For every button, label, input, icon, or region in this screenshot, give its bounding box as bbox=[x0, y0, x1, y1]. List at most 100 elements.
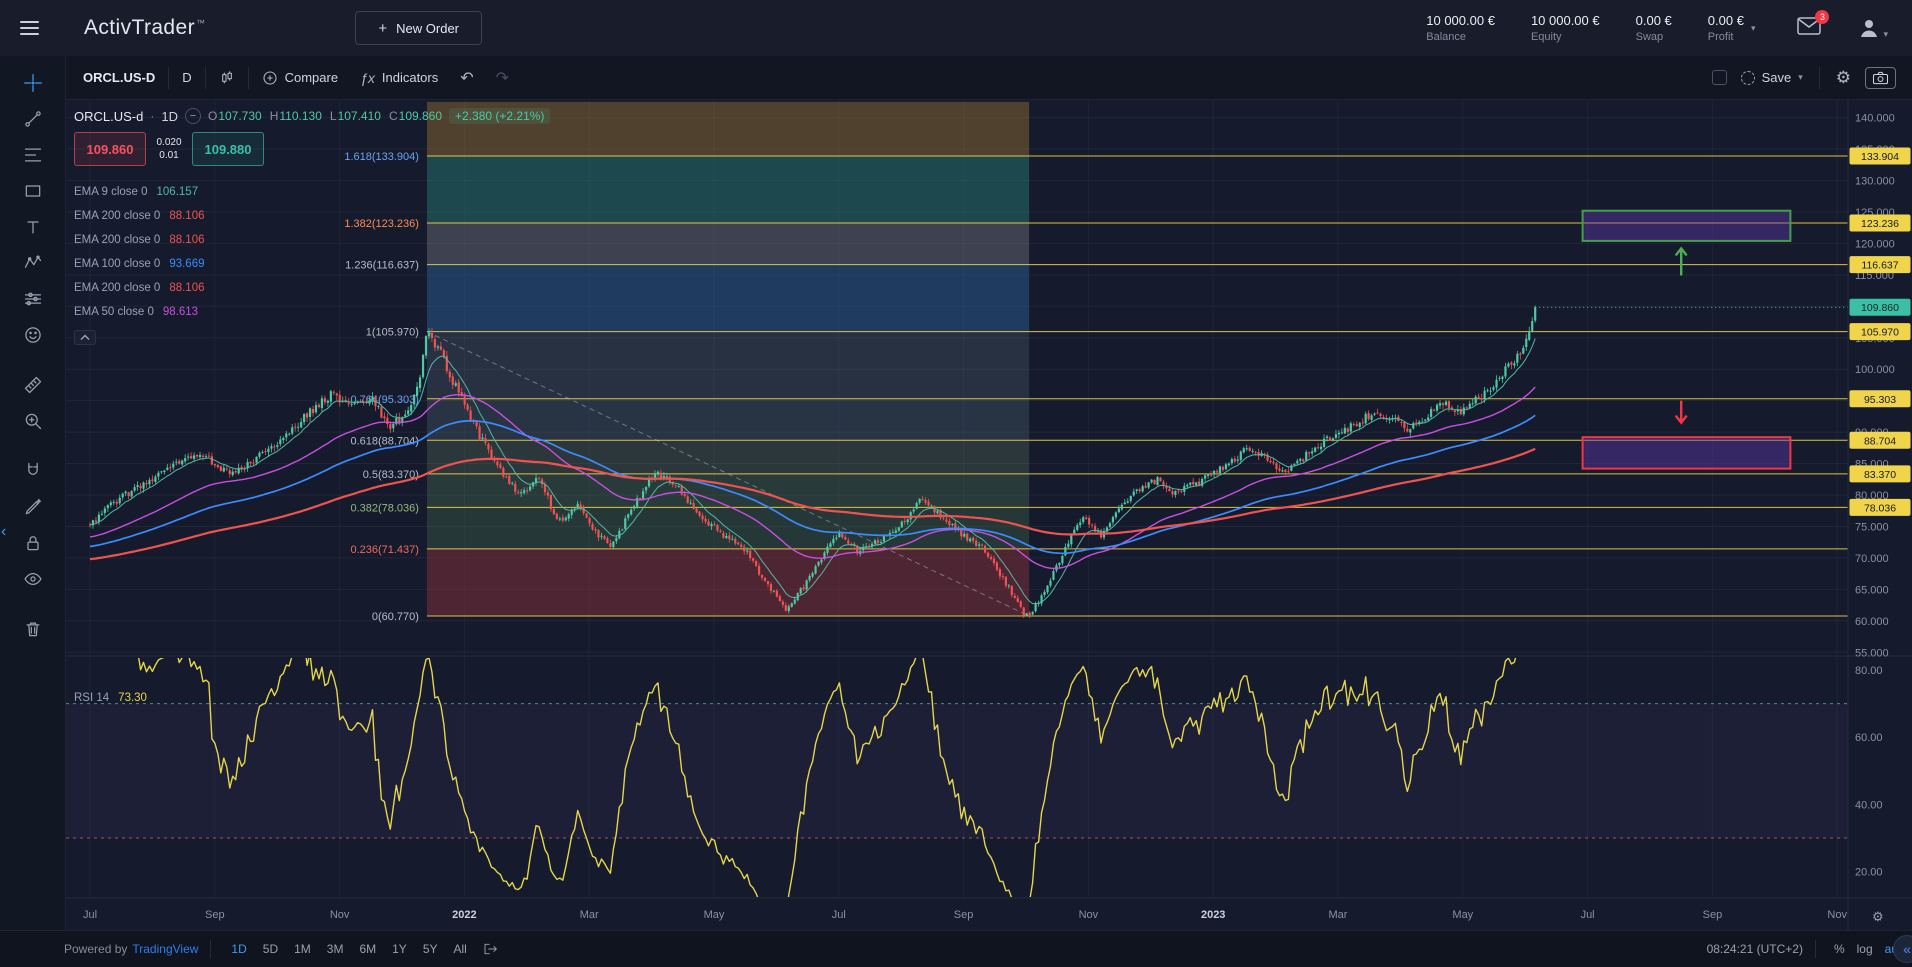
price-zone-box bbox=[1583, 211, 1791, 241]
fib-level-label: 0.618(88.704) bbox=[350, 435, 419, 447]
log-scale-button[interactable]: log bbox=[1851, 939, 1879, 959]
fib-levels-icon bbox=[23, 145, 43, 165]
compare-button[interactable]: Compare bbox=[251, 63, 349, 93]
layout-checkbox[interactable] bbox=[1712, 70, 1727, 85]
circle-plus-icon bbox=[262, 70, 278, 86]
time-axis[interactable]: JulSepNov2022MarMayJulSepNov2023MarMayJu… bbox=[83, 909, 1884, 924]
go-to-date-button[interactable] bbox=[483, 942, 499, 956]
indicator-row[interactable]: EMA 50 close 098.613 bbox=[74, 300, 550, 324]
rectangle-icon bbox=[23, 181, 43, 201]
indicator-row[interactable]: EMA 200 close 088.106 bbox=[74, 204, 550, 228]
function-icon: ƒx bbox=[360, 70, 375, 86]
crosshair-tool[interactable] bbox=[16, 67, 50, 99]
range-6m-button[interactable]: 6M bbox=[351, 938, 384, 960]
delete-drawings-tool[interactable] bbox=[16, 613, 50, 645]
chevron-down-icon: ▾ bbox=[1798, 72, 1803, 83]
panel-collapse-chevron[interactable]: ‹ bbox=[1, 523, 6, 541]
time-tick: Jul bbox=[832, 909, 846, 921]
timeframe-button[interactable]: D bbox=[171, 63, 202, 93]
range-5d-button[interactable]: 5D bbox=[255, 938, 286, 960]
range-3m-button[interactable]: 3M bbox=[319, 938, 352, 960]
clock[interactable]: 08:24:21 (UTC+2) bbox=[1707, 942, 1803, 956]
chart-style-button[interactable] bbox=[208, 63, 246, 93]
range-1m-button[interactable]: 1M bbox=[286, 938, 319, 960]
hide-drawings-tool[interactable] bbox=[16, 563, 50, 595]
top-bar: ActivTrader™ + New Order 10 000.00 € Bal… bbox=[0, 0, 1912, 56]
balance-field: 10 000.00 € Balance bbox=[1426, 13, 1495, 43]
compare-label: Compare bbox=[285, 70, 338, 85]
chart-annotations[interactable] bbox=[1583, 211, 1791, 469]
price-tick: 120.000 bbox=[1855, 238, 1895, 250]
sell-button[interactable]: 109.860 bbox=[74, 132, 146, 166]
user-menu-button[interactable]: ▾ bbox=[1857, 16, 1888, 40]
draw-tool[interactable] bbox=[16, 491, 50, 523]
chart-column: ORCL.US-D D Compare ƒx bbox=[66, 56, 1912, 930]
svg-text:78.036: 78.036 bbox=[1864, 502, 1896, 514]
zoom-tool[interactable] bbox=[16, 405, 50, 437]
indicator-row[interactable]: EMA 200 close 088.106 bbox=[74, 228, 550, 252]
range-1y-button[interactable]: 1Y bbox=[384, 938, 415, 960]
legend-collapse-button[interactable] bbox=[74, 330, 96, 345]
indicators-button[interactable]: ƒx Indicators bbox=[349, 63, 449, 93]
svg-text:133.904: 133.904 bbox=[1861, 151, 1899, 163]
rsi-legend[interactable]: RSI 14 73.30 bbox=[74, 692, 147, 704]
redo-icon: ↷ bbox=[496, 68, 509, 88]
save-layout-button[interactable]: Save ▾ bbox=[1741, 70, 1803, 85]
emoji-tool[interactable] bbox=[16, 319, 50, 351]
time-tick: Sep bbox=[1703, 909, 1723, 921]
equity-value: 10 000.00 € bbox=[1531, 13, 1600, 28]
camera-icon bbox=[1872, 71, 1889, 85]
notifications-button[interactable]: 3 bbox=[1797, 17, 1821, 40]
xabcd-pattern-icon bbox=[23, 253, 43, 273]
svg-text:95.303: 95.303 bbox=[1864, 394, 1896, 406]
profit-label: Profit bbox=[1708, 31, 1744, 43]
forecast-tool[interactable] bbox=[16, 283, 50, 315]
lock-tool[interactable] bbox=[16, 527, 50, 559]
powered-by-label: Powered by bbox=[64, 942, 127, 956]
buy-button[interactable]: 109.880 bbox=[192, 132, 264, 166]
hamburger-menu-button[interactable] bbox=[0, 21, 58, 35]
indicator-row[interactable]: EMA 200 close 088.106 bbox=[74, 276, 550, 300]
legend-hide-icon[interactable]: − bbox=[185, 108, 201, 124]
screenshot-button[interactable] bbox=[1865, 67, 1896, 89]
new-order-label: New Order bbox=[396, 21, 459, 36]
shapes-tool[interactable] bbox=[16, 175, 50, 207]
redo-button[interactable]: ↷ bbox=[485, 63, 520, 93]
legend-symbol[interactable]: ORCL.US-d bbox=[74, 109, 143, 124]
toolbar-right-cluster: Save ▾ ⚙ bbox=[1712, 67, 1906, 89]
ohlc-values: O107.730 H110.130 L107.410 C109.860 bbox=[208, 109, 442, 123]
undo-button[interactable]: ↶ bbox=[449, 63, 484, 93]
magnifier-plus-icon bbox=[23, 411, 43, 431]
trend-line-tool[interactable] bbox=[16, 103, 50, 135]
ruler-icon bbox=[23, 375, 43, 395]
chart-area: 1.618(133.904)1.382(123.236)1.236(116.63… bbox=[66, 100, 1912, 930]
price-tick: 130.000 bbox=[1855, 176, 1895, 188]
measure-tool[interactable] bbox=[16, 369, 50, 401]
symbol-button[interactable]: ORCL.US-D bbox=[72, 63, 166, 93]
spread-indicator: 0.020 0.01 bbox=[146, 137, 192, 161]
range-1d-button[interactable]: 1D bbox=[223, 938, 254, 960]
swap-field: 0.00 € Swap bbox=[1636, 13, 1672, 43]
chevron-up-icon bbox=[80, 334, 90, 341]
chart-toolbar: ORCL.US-D D Compare ƒx bbox=[66, 56, 1912, 100]
indicators-label: Indicators bbox=[382, 70, 438, 85]
patterns-tool[interactable] bbox=[16, 247, 50, 279]
notification-badge: 3 bbox=[1815, 10, 1829, 24]
indicator-row[interactable]: EMA 100 close 093.669 bbox=[74, 252, 550, 276]
time-tick: Nov bbox=[1827, 909, 1847, 921]
magnet-tool[interactable] bbox=[16, 455, 50, 487]
equity-label: Equity bbox=[1531, 31, 1600, 43]
minus-icon: − bbox=[190, 110, 196, 122]
text-tool[interactable] bbox=[16, 211, 50, 243]
profit-field[interactable]: 0.00 € Profit ▾ bbox=[1708, 13, 1756, 43]
range-all-button[interactable]: All bbox=[446, 938, 475, 960]
time-tick: May bbox=[1452, 909, 1473, 921]
range-5y-button[interactable]: 5Y bbox=[415, 938, 446, 960]
tradingview-link[interactable]: TradingView bbox=[132, 942, 198, 956]
chart-settings-gear-icon[interactable]: ⚙ bbox=[1836, 68, 1851, 88]
new-order-button[interactable]: + New Order bbox=[355, 11, 482, 45]
pencil-icon bbox=[23, 497, 43, 517]
fib-retracement-tool[interactable] bbox=[16, 139, 50, 171]
percent-scale-button[interactable]: % bbox=[1828, 939, 1851, 959]
indicator-row[interactable]: EMA 9 close 0106.157 bbox=[74, 180, 550, 204]
